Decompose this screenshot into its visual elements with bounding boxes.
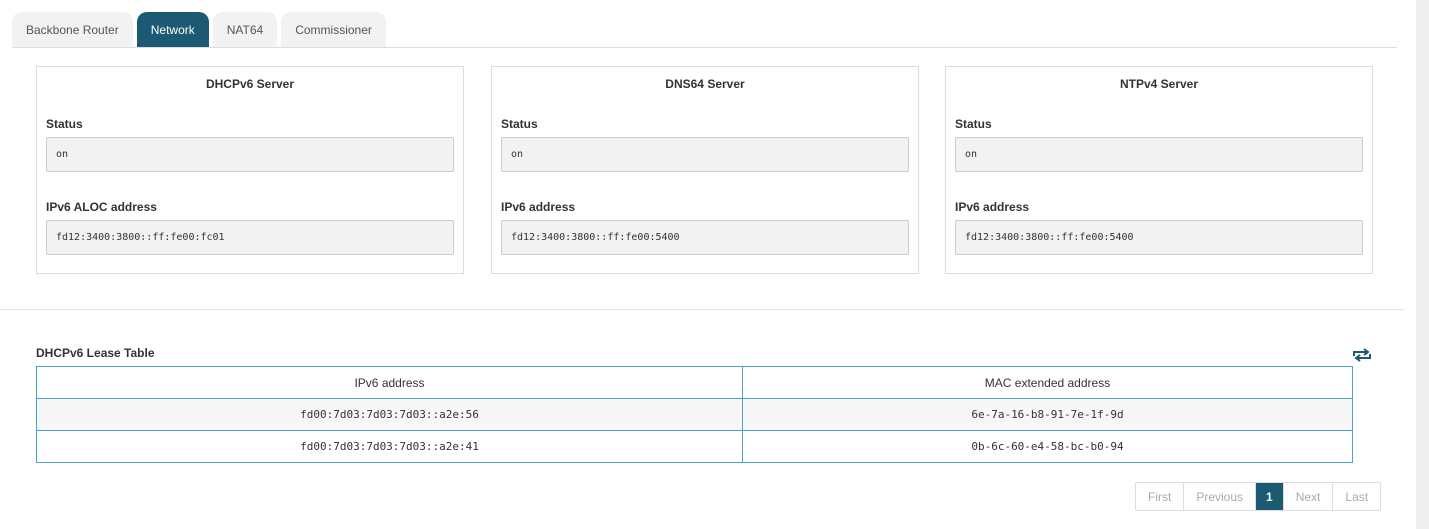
next-page-button[interactable]: Next [1283, 483, 1334, 510]
tab-network[interactable]: Network [136, 12, 209, 47]
column-header-ipv6[interactable]: IPv6 address [36, 366, 743, 399]
address-label: IPv6 address [501, 200, 576, 214]
lease-table-title: DHCPv6 Lease Table [36, 346, 155, 360]
status-label: Status [501, 117, 538, 131]
lease-table: IPv6 address MAC extended address fd00:7… [36, 366, 1353, 463]
status-label: Status [955, 117, 992, 131]
page-1-button[interactable]: 1 [1256, 483, 1284, 510]
card-title: DNS64 Server [665, 77, 745, 91]
column-header-mac[interactable]: MAC extended address [742, 366, 1353, 399]
status-field: on [501, 137, 909, 172]
ipv6-cell: fd00:7d03:7d03:7d03::a2e:41 [36, 430, 743, 463]
address-field: fd12:3400:3800::ff:fe00:5400 [955, 220, 1363, 255]
tab-nat64[interactable]: NAT64 [212, 12, 278, 47]
table-row: fd00:7d03:7d03:7d03::a2e:56 6e-7a-16-b8-… [36, 398, 1353, 431]
previous-page-button[interactable]: Previous [1184, 483, 1257, 510]
card-title: NTPv4 Server [1119, 77, 1199, 91]
status-field: on [46, 137, 454, 172]
status-label: Status [46, 117, 83, 131]
tab-bar: Backbone Router Network NAT64 Commission… [12, 12, 1397, 48]
mac-cell: 0b-6c-60-e4-58-bc-b0-94 [742, 430, 1353, 463]
ntpv4-server-card: NTPv4 Server Status on IPv6 address fd12… [945, 66, 1373, 274]
ipv6-cell: fd00:7d03:7d03:7d03::a2e:56 [36, 398, 743, 431]
tab-backbone-router[interactable]: Backbone Router [12, 12, 133, 47]
last-page-button[interactable]: Last [1333, 483, 1381, 510]
tab-commissioner[interactable]: Commissioner [281, 12, 386, 47]
dhcpv6-server-card: DHCPv6 Server Status on IPv6 ALOC addres… [36, 66, 464, 274]
address-field: fd12:3400:3800::ff:fe00:5400 [501, 220, 909, 255]
address-label: IPv6 ALOC address [46, 200, 157, 214]
first-page-button[interactable]: First [1136, 483, 1185, 510]
address-label: IPv6 address [955, 200, 1030, 214]
mac-cell: 6e-7a-16-b8-91-7e-1f-9d [742, 398, 1353, 431]
address-field: fd12:3400:3800::ff:fe00:fc01 [46, 220, 454, 255]
card-title: DHCPv6 Server [205, 77, 295, 91]
table-row: fd00:7d03:7d03:7d03::a2e:41 0b-6c-60-e4-… [36, 430, 1353, 463]
table-header-row: IPv6 address MAC extended address [36, 366, 1353, 399]
refresh-icon[interactable] [1351, 347, 1373, 363]
pagination: First Previous 1 Next Last [1135, 482, 1382, 511]
status-field: on [955, 137, 1363, 172]
section-divider [0, 309, 1405, 310]
page-scrollbar[interactable] [1416, 0, 1429, 529]
dns64-server-card: DNS64 Server Status on IPv6 address fd12… [491, 66, 919, 274]
